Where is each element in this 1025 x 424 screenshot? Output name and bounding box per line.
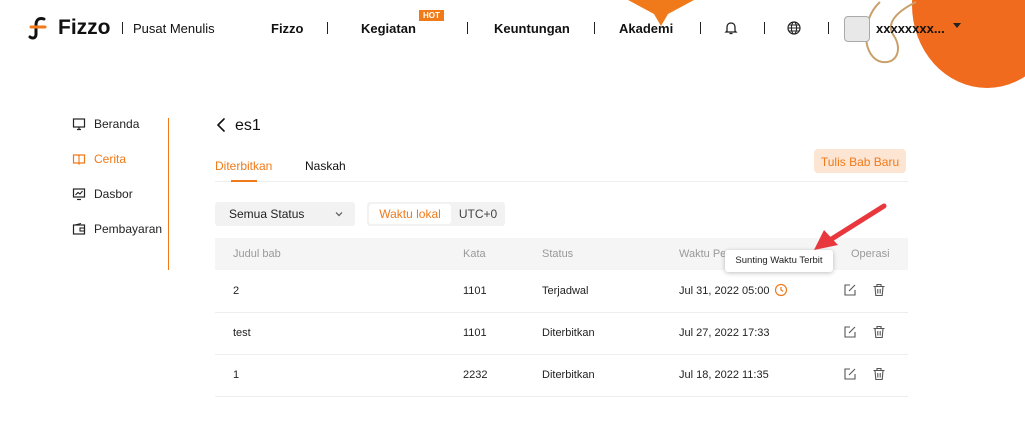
publish-time: Jul 27, 2022 17:33 <box>679 327 770 339</box>
nav-item-fizzo[interactable]: Fizzo <box>271 21 304 36</box>
nav-divider <box>828 22 829 34</box>
edit-icon[interactable] <box>843 367 857 381</box>
monitor-icon <box>72 118 86 131</box>
edit-icon[interactable] <box>843 283 857 297</box>
word-count: 1101 <box>463 327 487 339</box>
sidebar-item-beranda[interactable]: Beranda <box>72 115 139 133</box>
nav-divider <box>467 22 468 34</box>
tab-naskah[interactable]: Naskah <box>305 159 346 173</box>
publish-time: Jul 31, 2022 05:00 <box>679 285 770 297</box>
chart-icon <box>72 188 86 201</box>
column-header-time: Waktu Pe <box>679 248 727 260</box>
publish-time: Jul 18, 2022 11:35 <box>679 369 769 381</box>
timezone-toggle: Waktu lokal UTC+0 <box>367 202 505 226</box>
status-filter-select[interactable]: Semua Status <box>215 202 355 226</box>
sidebar-item-label: Beranda <box>94 117 140 131</box>
back-arrow-icon[interactable] <box>215 117 229 133</box>
timezone-utc-option[interactable]: UTC+0 <box>453 204 503 224</box>
nav-item-akademi[interactable]: Akademi <box>619 21 673 36</box>
table-row: 1 2232 Diterbitkan Jul 18, 2022 11:35 <box>215 354 908 397</box>
book-icon <box>72 154 86 166</box>
sidebar-divider <box>168 118 169 270</box>
sidebar-item-label: Pembayaran <box>94 222 163 236</box>
sidebar-item-cerita[interactable]: Cerita <box>72 150 126 168</box>
sidebar-item-dasbor[interactable]: Dasbor <box>72 185 133 203</box>
chapter-title: 2 <box>233 285 240 297</box>
chapter-status: Terjadwal <box>542 285 589 297</box>
chevron-down-icon[interactable] <box>953 23 961 28</box>
brand-divider <box>122 22 123 34</box>
timezone-local-option[interactable]: Waktu lokal <box>369 204 451 224</box>
word-count: 2232 <box>463 369 488 381</box>
tabs-divider <box>215 181 908 182</box>
active-tab-indicator <box>231 180 257 182</box>
story-title: es1 <box>235 117 261 134</box>
chapter-title: test <box>233 327 251 339</box>
bell-icon[interactable] <box>723 20 739 36</box>
status-filter-value: Semua Status <box>229 207 305 221</box>
brand-subtitle[interactable]: Pusat Menulis <box>133 21 215 36</box>
hot-badge: HOT <box>419 10 444 21</box>
clock-icon[interactable] <box>774 283 788 297</box>
nav-item-keuntungan[interactable]: Keuntungan <box>494 21 570 36</box>
top-header: Fizzo Pusat Menulis Fizzo Kegiatan HOT K… <box>0 0 1025 88</box>
decorative-circle <box>912 0 1025 88</box>
nav-divider <box>764 22 765 34</box>
trash-icon[interactable] <box>872 283 886 297</box>
edit-icon[interactable] <box>843 325 857 339</box>
tab-diterbitkan[interactable]: Diterbitkan <box>215 159 272 173</box>
table-row: 2 1101 Terjadwal Jul 31, 2022 05:00 <box>215 270 908 313</box>
fizzo-logo-icon[interactable] <box>28 16 50 40</box>
nav-divider <box>327 22 328 34</box>
globe-icon[interactable] <box>786 20 802 36</box>
chevron-down-icon <box>335 212 343 217</box>
trash-icon[interactable] <box>872 367 886 381</box>
brand-name[interactable]: Fizzo <box>58 16 111 40</box>
write-new-chapter-button[interactable]: Tulis Bab Baru <box>814 149 906 173</box>
column-header-status: Status <box>542 248 574 260</box>
trash-icon[interactable] <box>872 325 886 339</box>
nav-divider <box>700 22 701 34</box>
username[interactable]: xxxxxxxx... <box>876 21 945 36</box>
sidebar-item-pembayaran[interactable]: Pembayaran <box>72 220 162 238</box>
chapter-title: 1 <box>233 369 240 381</box>
wallet-icon <box>72 222 86 235</box>
sidebar-item-label: Cerita <box>94 152 127 166</box>
column-header-words: Kata <box>463 248 486 260</box>
word-count: 1101 <box>463 285 487 297</box>
annotation-arrow-icon <box>814 203 887 250</box>
chapter-status: Diterbitkan <box>542 327 595 339</box>
chapter-status: Diterbitkan <box>542 369 595 381</box>
sidebar-item-label: Dasbor <box>94 187 133 201</box>
user-avatar[interactable] <box>844 16 870 42</box>
table-row: test 1101 Diterbitkan Jul 27, 2022 17:33 <box>215 312 908 355</box>
nav-item-kegiatan[interactable]: Kegiatan <box>361 21 416 36</box>
nav-divider <box>594 22 595 34</box>
column-header-title: Judul bab <box>233 248 281 260</box>
